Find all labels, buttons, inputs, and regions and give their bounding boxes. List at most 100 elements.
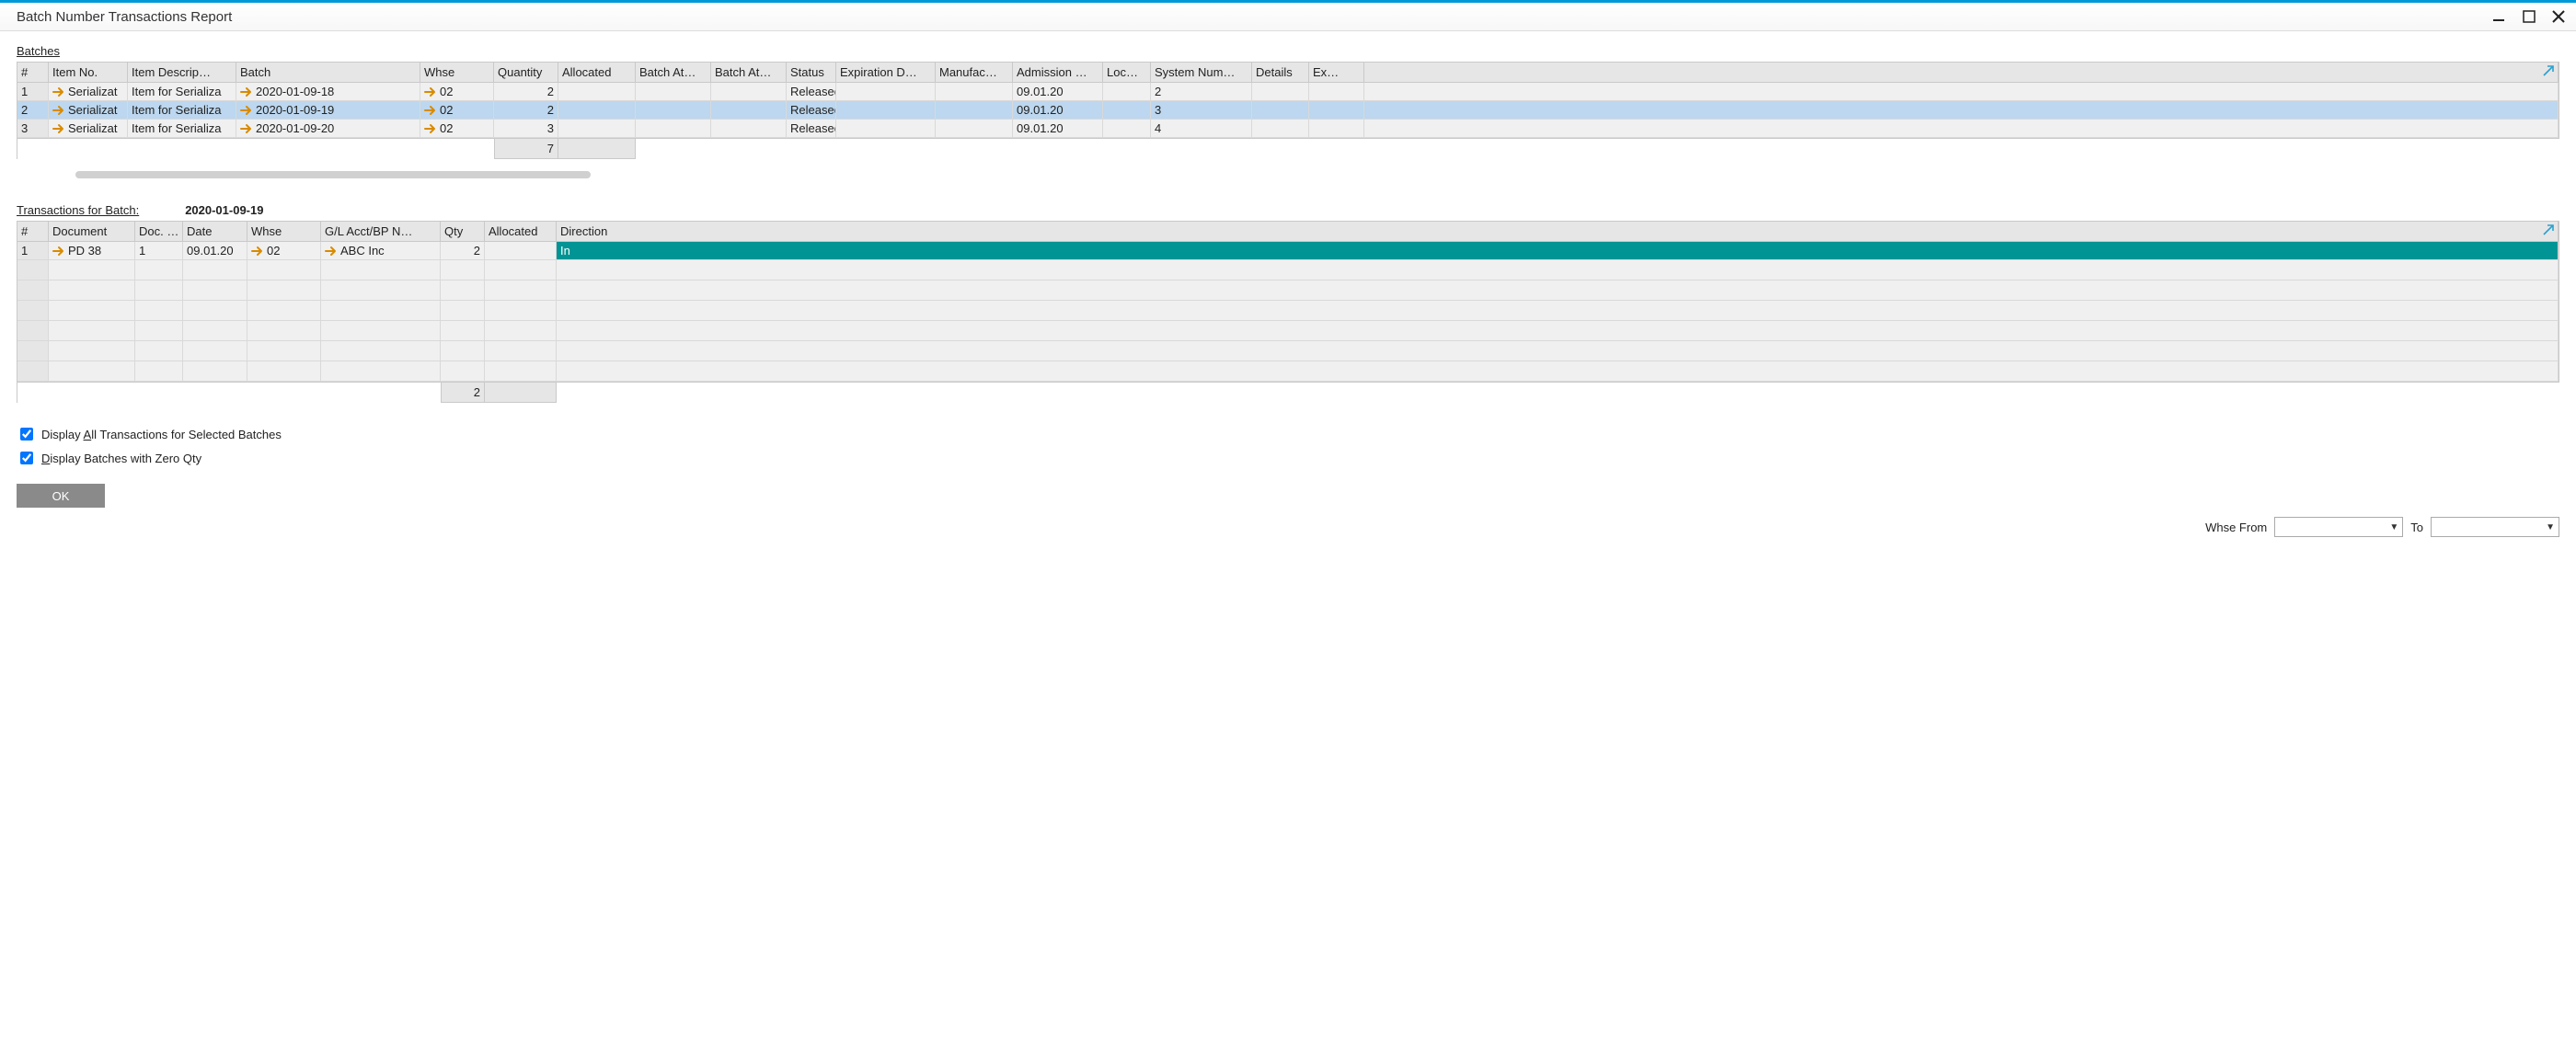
allocated-total (485, 383, 557, 403)
whse-cell[interactable]: 02 (420, 101, 494, 120)
column-header[interactable]: Whse (420, 63, 494, 83)
qty-cell: 3 (494, 120, 558, 138)
expand-grid-icon[interactable] (2541, 63, 2556, 78)
display-zero-qty-checkbox[interactable]: Display Batches with Zero Qty (17, 449, 2559, 467)
transactions-grid[interactable]: #DocumentDoc. …DateWhseG/L Acct/BP N…Qty… (17, 221, 2559, 383)
titlebar: Batch Number Transactions Report (0, 3, 2576, 31)
column-header[interactable]: Expiration D… (836, 63, 936, 83)
link-arrow-icon[interactable] (424, 86, 437, 97)
column-header[interactable]: Manufac… (936, 63, 1013, 83)
column-header[interactable]: Ex… (1309, 63, 1364, 83)
hscroll-thumb[interactable] (75, 171, 591, 178)
link-arrow-icon[interactable] (240, 123, 253, 134)
batch-attr2-cell (711, 101, 787, 120)
minimize-icon[interactable] (2491, 8, 2508, 25)
item-desc-cell: Item for Serializa (128, 83, 236, 101)
item-no-cell[interactable]: Serializat (49, 120, 128, 138)
column-header[interactable]: Whse (247, 222, 321, 242)
row-number: 3 (17, 120, 49, 138)
column-header[interactable]: Quantity (494, 63, 558, 83)
column-header[interactable]: Loc… (1103, 63, 1151, 83)
column-header[interactable]: Admission … (1013, 63, 1103, 83)
close-icon[interactable] (2550, 8, 2567, 25)
allocated-cell (558, 101, 636, 120)
batches-label: Batches (17, 44, 2559, 58)
window-title: Batch Number Transactions Report (17, 9, 232, 25)
column-header[interactable]: Batch (236, 63, 420, 83)
loc-cell (1103, 120, 1151, 138)
whse-cell[interactable]: 02 (420, 120, 494, 138)
bp-cell[interactable]: ABC Inc (321, 242, 441, 260)
batches-hscrollbar[interactable] (17, 168, 2559, 181)
document-cell[interactable]: PD 38 (49, 242, 135, 260)
column-header[interactable]: Details (1252, 63, 1309, 83)
transactions-grid-wrap: #DocumentDoc. …DateWhseG/L Acct/BP N…Qty… (17, 221, 2559, 403)
column-header[interactable]: Batch At… (711, 63, 787, 83)
whse-to-combo[interactable]: ▼ (2431, 517, 2559, 537)
sysnum-cell: 4 (1151, 120, 1252, 138)
item-no-cell[interactable]: Serializat (49, 83, 128, 101)
column-header[interactable]: Item Descrip… (128, 63, 236, 83)
batch-cell[interactable]: 2020-01-09-19 (236, 101, 420, 120)
manufac-cell (936, 101, 1013, 120)
column-header[interactable]: Item No. (49, 63, 128, 83)
batch-cell[interactable]: 2020-01-09-18 (236, 83, 420, 101)
whse-cell[interactable]: 02 (420, 83, 494, 101)
status-cell: Released (787, 83, 836, 101)
link-arrow-icon[interactable] (240, 105, 253, 116)
column-header[interactable]: Allocated (485, 222, 557, 242)
column-header[interactable]: Qty (441, 222, 485, 242)
transactions-totals: 2 (17, 383, 2559, 403)
expand-grid-icon[interactable] (2541, 223, 2556, 237)
ex-cell (1309, 120, 1364, 138)
maximize-icon[interactable] (2521, 8, 2537, 25)
batch-attr2-cell (711, 120, 787, 138)
column-header[interactable] (1364, 63, 2559, 83)
whse-from-combo[interactable]: ▼ (2274, 517, 2403, 537)
batches-grid[interactable]: #Item No.Item Descrip…BatchWhseQuantityA… (17, 62, 2559, 139)
window: Batch Number Transactions Report Batches… (0, 0, 2576, 589)
column-header[interactable]: # (17, 63, 49, 83)
column-header[interactable]: Document (49, 222, 135, 242)
link-arrow-icon[interactable] (325, 246, 338, 257)
link-arrow-icon[interactable] (52, 123, 65, 134)
column-header[interactable]: Allocated (558, 63, 636, 83)
batch-attr1-cell (636, 120, 711, 138)
status-cell: Released (787, 101, 836, 120)
column-header[interactable]: System Num… (1151, 63, 1252, 83)
column-header[interactable]: # (17, 222, 49, 242)
column-header[interactable]: Status (787, 63, 836, 83)
spacer-cell (1364, 101, 2559, 120)
allocated-cell (485, 242, 557, 260)
column-header[interactable]: Date (183, 222, 247, 242)
column-header[interactable]: Batch At… (636, 63, 711, 83)
link-arrow-icon[interactable] (52, 105, 65, 116)
link-arrow-icon[interactable] (52, 86, 65, 97)
batch-cell[interactable]: 2020-01-09-20 (236, 120, 420, 138)
row-number: 1 (17, 242, 49, 260)
allocated-total (558, 139, 636, 159)
transactions-label: Transactions for Batch: (17, 203, 139, 217)
checkbox-input[interactable] (20, 428, 33, 441)
column-header[interactable]: Direction (557, 222, 2559, 242)
content: Batches #Item No.Item Descrip…BatchWhseQ… (0, 31, 2576, 589)
link-arrow-icon[interactable] (424, 123, 437, 134)
qty-cell: 2 (441, 242, 485, 260)
display-all-transactions-checkbox[interactable]: Display All Transactions for Selected Ba… (17, 425, 2559, 443)
checkbox-label: Display Batches with Zero Qty (41, 452, 201, 465)
link-arrow-icon[interactable] (240, 86, 253, 97)
column-header[interactable]: G/L Acct/BP N… (321, 222, 441, 242)
direction-cell: In (557, 242, 2559, 260)
window-controls (2491, 8, 2567, 25)
details-cell (1252, 83, 1309, 101)
item-no-cell[interactable]: Serializat (49, 101, 128, 120)
docno-cell: 1 (135, 242, 183, 260)
whse-cell[interactable]: 02 (247, 242, 321, 260)
date-cell: 09.01.20 (183, 242, 247, 260)
link-arrow-icon[interactable] (251, 246, 264, 257)
column-header[interactable]: Doc. … (135, 222, 183, 242)
link-arrow-icon[interactable] (424, 105, 437, 116)
ok-button[interactable]: OK (17, 484, 105, 508)
checkbox-input[interactable] (20, 452, 33, 464)
link-arrow-icon[interactable] (52, 246, 65, 257)
